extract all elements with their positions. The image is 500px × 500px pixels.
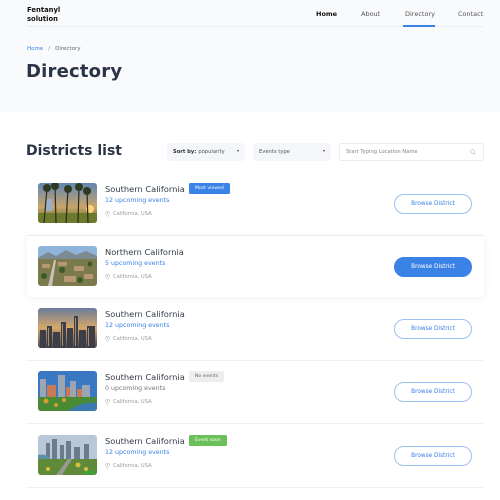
district-location: California, USA [105,336,152,342]
badge-no-events: No events [189,371,225,382]
district-location: California, USA [105,274,152,280]
breadcrumb-separator: / [48,46,51,52]
district-row: Southern California 12 upcoming events C… [27,298,484,361]
upcoming-events-count[interactable]: 12 upcoming events [105,322,169,329]
location-search-input[interactable]: Start Typing Location Name [339,143,484,161]
top-navigation: Fentanyl solution Home About Directory C… [27,0,484,27]
nav-about[interactable]: About [361,10,380,18]
district-name[interactable]: Northern California [105,247,184,257]
location-text: California, USA [113,463,152,469]
sort-dropdown[interactable]: Sort by: popularity [167,143,245,161]
district-name[interactable]: Southern California [105,309,185,319]
district-row: Southern California No events 0 upcoming… [27,361,484,424]
district-thumbnail[interactable] [38,371,97,411]
section-title: Districts list [26,143,122,159]
district-name[interactable]: Southern California [105,372,185,382]
chevron-down-icon [237,150,239,152]
upcoming-events-count[interactable]: 12 upcoming events [105,197,169,204]
brand-line-2: solution [27,14,58,23]
location-text: California, USA [113,336,152,342]
nav-directory[interactable]: Directory [405,10,435,18]
location-text: California, USA [113,211,152,217]
brand-line-1: Fentanyl [27,6,61,14]
events-type-value: Events type [259,149,290,155]
browse-district-button[interactable]: Browse District [394,446,472,466]
nav-home[interactable]: Home [316,10,337,18]
sort-label: Sort by: [173,149,197,155]
search-placeholder: Start Typing Location Name [346,149,418,155]
location-pin-icon [105,336,110,342]
browse-district-button[interactable]: Browse District [394,382,472,402]
upcoming-events-count[interactable]: 12 upcoming events [105,449,169,456]
browse-district-button[interactable]: Browse District [394,257,472,277]
chevron-down-icon [323,150,325,152]
browse-district-button[interactable]: Browse District [394,194,472,214]
sort-value: popularity [198,149,225,155]
badge-event-soon: Event soon [189,435,227,446]
district-thumbnail[interactable] [38,183,97,223]
search-icon [470,149,476,155]
events-type-dropdown[interactable]: Events type [253,143,331,161]
district-thumbnail[interactable] [38,435,97,475]
nav-contact[interactable]: Contact [458,10,483,18]
location-text: California, USA [113,399,152,405]
breadcrumb-current: Directory [55,46,81,52]
district-thumbnail[interactable] [38,246,97,286]
location-pin-icon [105,463,110,469]
page-title: Directory [26,61,123,82]
browse-district-button[interactable]: Browse District [394,319,472,339]
district-row: Southern California Most viewed 12 upcom… [27,173,484,236]
location-text: California, USA [113,274,152,280]
location-pin-icon [105,274,110,280]
badge-most-viewed: Most viewed [189,183,230,194]
location-pin-icon [105,399,110,405]
breadcrumb-home[interactable]: Home [27,46,43,52]
nav-active-indicator [403,25,435,27]
breadcrumb: Home / Directory [27,46,80,52]
upcoming-events-count[interactable]: 5 upcoming events [105,260,165,267]
district-thumbnail[interactable] [38,308,97,348]
district-name[interactable]: Southern California [105,184,185,194]
district-name[interactable]: Southern California [105,436,185,446]
upcoming-events-count[interactable]: 0 upcoming events [105,385,165,392]
district-location: California, USA [105,463,152,469]
district-row: Northern California 5 upcoming events Ca… [27,236,484,297]
district-location: California, USA [105,211,152,217]
district-row: Southern California Event soon 12 upcomi… [27,425,484,488]
brand-logo[interactable]: Fentanyl solution [27,6,60,23]
district-location: California, USA [105,399,152,405]
location-pin-icon [105,211,110,217]
